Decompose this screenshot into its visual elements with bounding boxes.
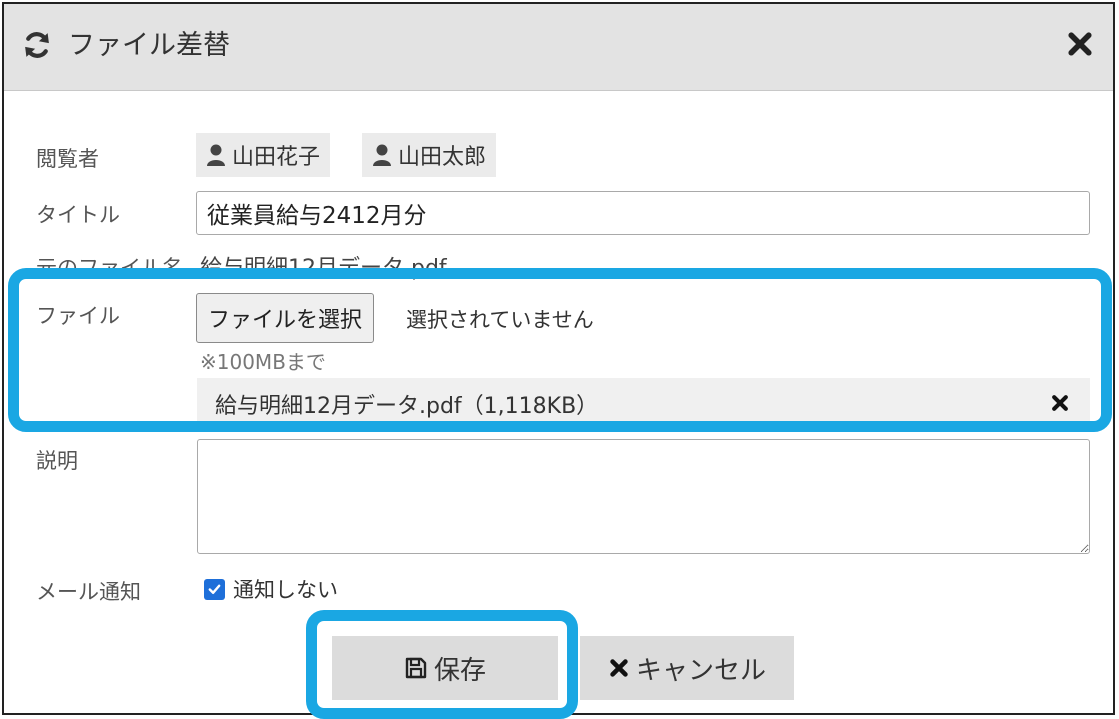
viewer-name: 山田太郎: [398, 145, 487, 170]
cancel-button[interactable]: キャンセル: [580, 636, 794, 700]
file-status: 選択されていません: [406, 308, 594, 332]
title-input[interactable]: [196, 191, 1090, 235]
no-notify-checkbox[interactable]: [204, 578, 225, 600]
file-replace-dialog: ファイル差替 閲覧者 山田花子 山田太郎 タイトル 元のファイル名 給与明細12…: [2, 2, 1115, 715]
title-label: タイトル: [36, 203, 120, 227]
viewer-chip: 山田花子: [196, 133, 331, 177]
original-name-value: 給与明細12月データ.pdf: [200, 256, 447, 281]
remove-file-icon[interactable]: [1050, 393, 1070, 413]
cancel-label: キャンセル: [635, 655, 766, 686]
save-button[interactable]: 保存: [332, 636, 558, 700]
selected-file-row: 給与明細12月データ.pdf（1,118KB）: [197, 378, 1090, 426]
mail-label: メール通知: [36, 580, 141, 604]
selected-file-name: 給与明細12月データ.pdf（1,118KB）: [215, 394, 599, 419]
viewer-chip: 山田太郎: [362, 133, 497, 177]
size-limit-note: ※100MBまで: [200, 350, 326, 374]
close-icon: [610, 659, 628, 677]
original-name-label: 元のファイル名: [36, 256, 183, 280]
close-icon[interactable]: [1065, 29, 1095, 59]
no-notify-label: 通知しない: [233, 578, 338, 602]
save-label: 保存: [433, 655, 486, 686]
check-icon: [208, 584, 221, 594]
choose-file-button[interactable]: ファイルを選択: [196, 293, 375, 343]
dialog-header: ファイル差替: [4, 4, 1113, 91]
user-icon: [373, 144, 391, 166]
description-textarea[interactable]: [197, 439, 1090, 554]
file-label: ファイル: [36, 304, 120, 328]
refresh-icon: [25, 32, 49, 58]
viewers-label: 閲覧者: [36, 147, 99, 171]
save-icon: [405, 657, 427, 679]
dialog-title: ファイル差替: [68, 30, 230, 61]
user-icon: [207, 144, 225, 166]
viewer-name: 山田花子: [232, 145, 321, 170]
description-label: 説明: [36, 449, 78, 473]
no-notify-option[interactable]: 通知しない: [204, 574, 338, 604]
